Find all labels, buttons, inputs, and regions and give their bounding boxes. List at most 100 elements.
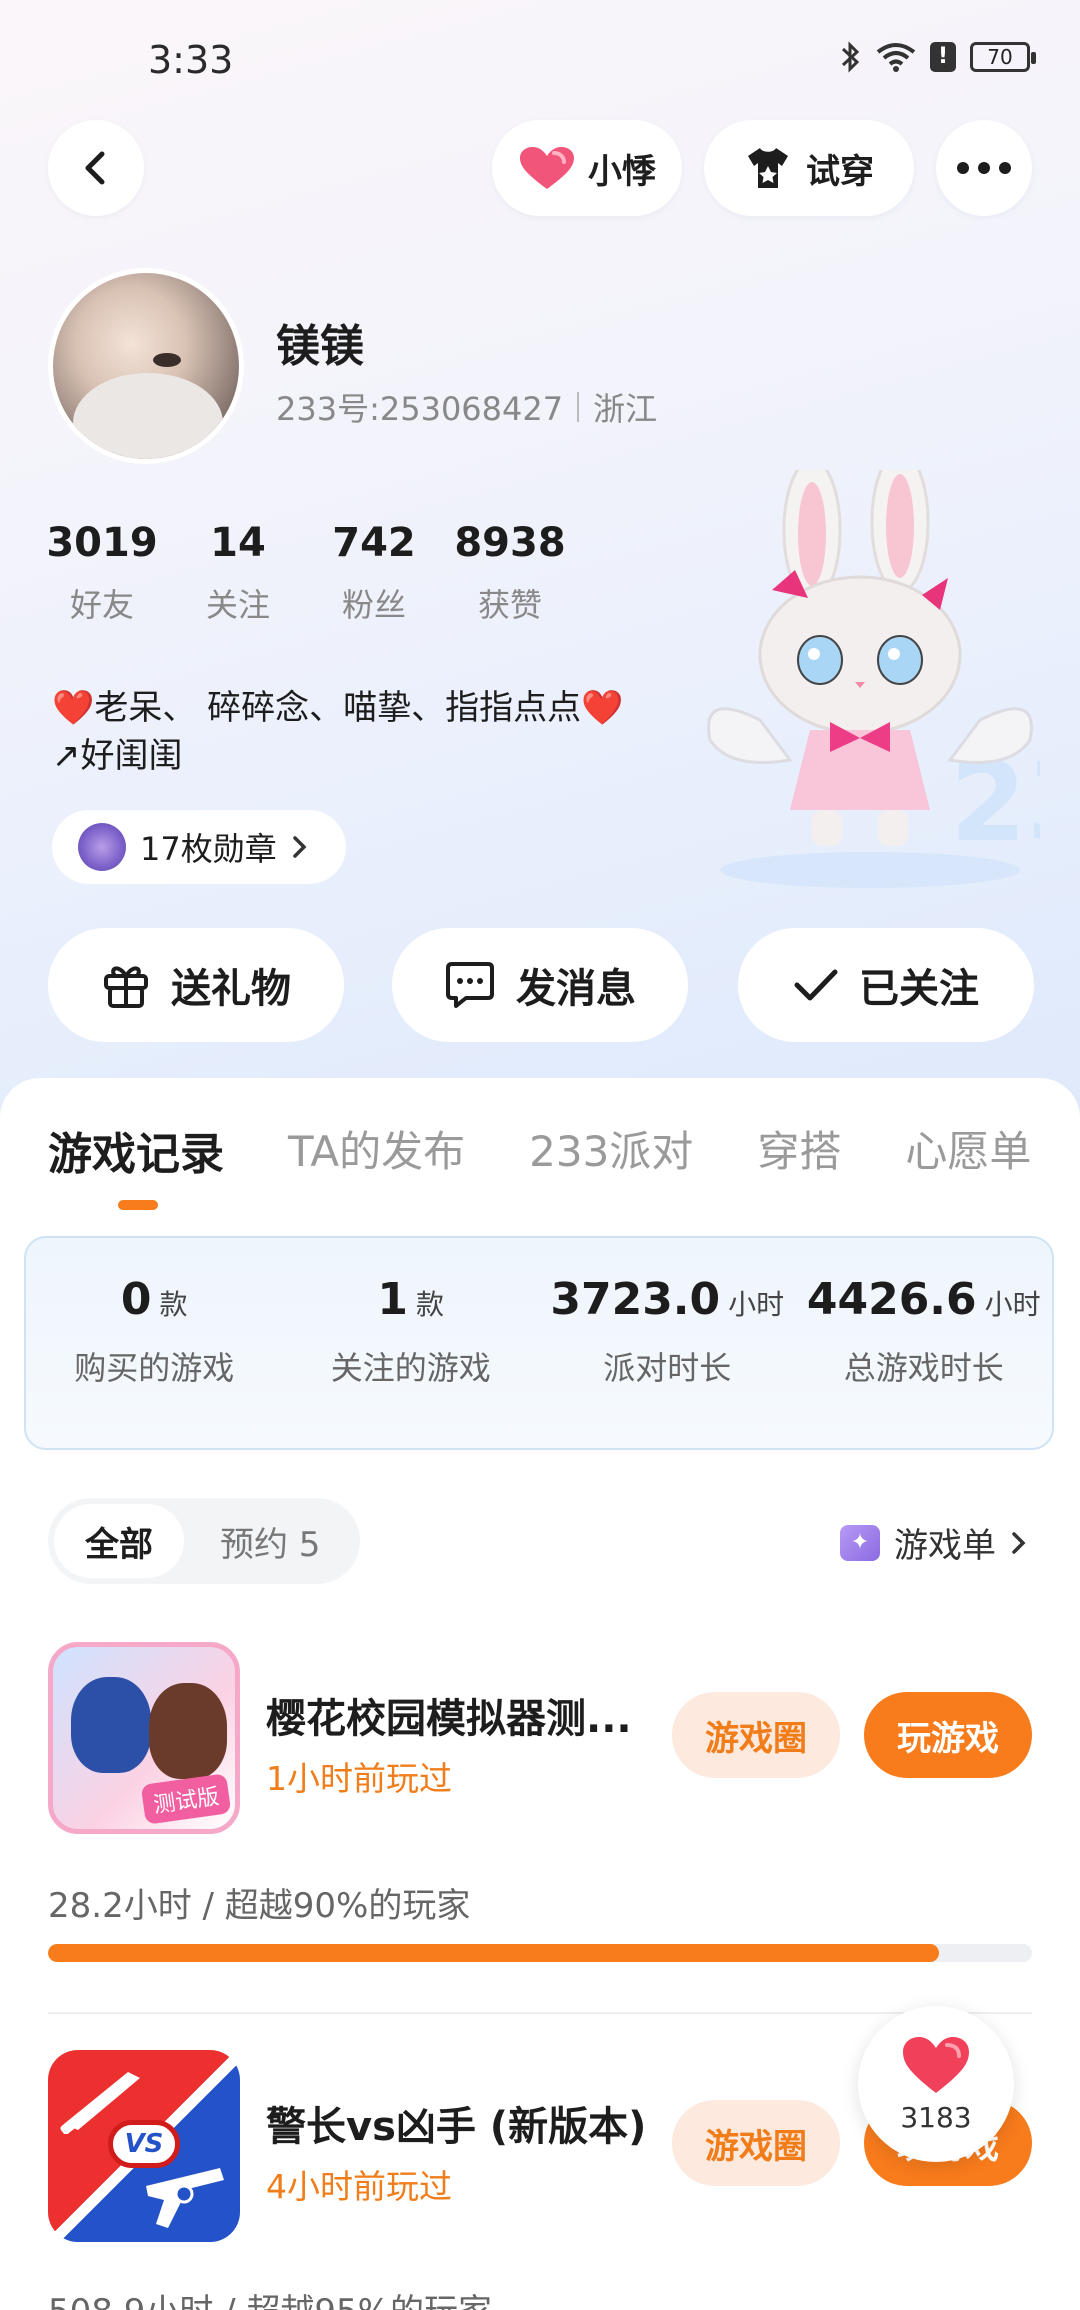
- stat-following[interactable]: 14 关注: [170, 520, 306, 626]
- send-message-label: 发消息: [516, 966, 636, 1012]
- more-dots-icon: [957, 162, 1011, 174]
- summary-followed: 1款 关注的游戏: [283, 1238, 540, 1448]
- status-icons: ! 70: [840, 40, 1036, 74]
- avatar-eye-shape: [153, 353, 181, 367]
- avatar[interactable]: [48, 268, 244, 464]
- game-circle-button[interactable]: 游戏圈: [672, 2100, 840, 2186]
- tshirt-icon: [748, 148, 788, 188]
- stat-label: 获赞: [477, 586, 542, 624]
- tab-bar: 游戏记录 TA的发布 233派对 穿搭 心愿单: [48, 1118, 1031, 1182]
- username: 镁镁: [276, 321, 364, 372]
- like-floating-button[interactable]: 3183: [858, 2006, 1014, 2162]
- stat-likes[interactable]: 8938 获赞: [442, 520, 578, 626]
- chevron-left-icon: [85, 151, 105, 185]
- stat-value: 14: [210, 520, 266, 566]
- sakura-game-icon[interactable]: 测试版: [48, 1642, 240, 1834]
- summary-party-time: 3723.0 小时 派对时长: [539, 1238, 796, 1448]
- battery-icon: 70: [970, 42, 1036, 72]
- gift-icon: [104, 966, 148, 1008]
- tab-233-party[interactable]: 233派对: [529, 1118, 693, 1182]
- back-button[interactable]: [48, 120, 144, 216]
- summary-unit: 小时: [728, 1288, 785, 1321]
- icon-character-shape: [71, 1677, 151, 1773]
- game-last-played: 1小时前玩过: [266, 1759, 452, 1798]
- tab-posts[interactable]: TA的发布: [288, 1118, 465, 1182]
- stat-label: 关注: [205, 586, 270, 624]
- summary-value: 0款: [26, 1274, 283, 1325]
- game-row[interactable]: 测试版 樱花校园模拟器测... 1小时前玩过 游戏圈 玩游戏: [48, 1642, 1032, 1838]
- sheriff-game-icon[interactable]: VS: [48, 2050, 240, 2242]
- game-last-played: 4小时前玩过: [266, 2167, 452, 2206]
- send-message-button[interactable]: 发消息: [392, 928, 688, 1042]
- stat-fans[interactable]: 742 粉丝: [306, 520, 442, 626]
- game-title: 警长vs凶手 (新版本): [266, 2104, 647, 2150]
- medal-icon: [78, 823, 126, 871]
- test-version-tag: 测试版: [140, 1773, 232, 1825]
- revolver-icon: [146, 2168, 224, 2228]
- user-id: 233号:253068427: [276, 390, 564, 428]
- followed-label: 已关注: [859, 966, 979, 1012]
- try-on-button[interactable]: 试穿: [704, 120, 914, 216]
- summary-label: 派对时长: [603, 1349, 732, 1387]
- separator: [577, 392, 580, 422]
- summary-total-time: 4426.6 小时 总游戏时长: [796, 1238, 1053, 1448]
- stat-label: 粉丝: [341, 586, 406, 624]
- summary-unit: 款: [159, 1288, 188, 1321]
- more-button[interactable]: [936, 120, 1032, 216]
- summary-unit: 小时: [984, 1288, 1041, 1321]
- medals-label: 17枚勋章: [140, 830, 277, 868]
- game-list-label: 游戏单: [894, 1526, 996, 1566]
- game-playtime-stat: 28.2小时 / 超越90%的玩家: [48, 1886, 471, 1926]
- wifi-icon: [876, 43, 916, 72]
- summary-value: 1款: [283, 1274, 540, 1325]
- chat-bubble-icon: [446, 962, 494, 1008]
- chevron-right-icon: [292, 836, 307, 858]
- divider: [48, 2012, 1032, 2014]
- game-summary-panel: 0款 购买的游戏 1款 关注的游戏 3723.0 小时 派对时长 4426.6 小时…: [24, 1236, 1054, 1450]
- heart-icon: [520, 147, 574, 189]
- summary-number: 0: [120, 1274, 152, 1325]
- sparkle-icon: ✦: [840, 1524, 880, 1561]
- game-list-link[interactable]: ✦ 游戏单: [840, 1518, 1028, 1567]
- user-region: 浙江: [593, 390, 658, 428]
- profile-bio: ❤️老呆、 碎碎念、喵挚、指指点点❤️ ↗好闺闺: [52, 688, 624, 776]
- status-time: 3:33: [148, 38, 234, 82]
- try-on-label: 试穿: [806, 151, 874, 192]
- filter-reserve-button[interactable]: 预约 5: [220, 1517, 320, 1566]
- summary-label: 总游戏时长: [843, 1349, 1004, 1387]
- status-bar: 3:33 ! 70: [0, 0, 1080, 120]
- heart-icon: [903, 2036, 969, 2093]
- active-tab-indicator: [118, 1200, 158, 1210]
- filter-all-button[interactable]: 全部: [54, 1504, 184, 1578]
- profile-stats: 3019 好友 14 关注 742 粉丝 8938 获赞: [34, 520, 578, 626]
- checkmark-icon: [794, 969, 838, 1001]
- send-gift-button[interactable]: 送礼物: [48, 928, 344, 1042]
- game-title: 樱花校园模拟器测...: [266, 1696, 632, 1742]
- stat-value: 742: [332, 520, 416, 566]
- tab-game-records[interactable]: 游戏记录: [48, 1118, 224, 1182]
- send-gift-label: 送礼物: [171, 966, 291, 1012]
- tab-outfits[interactable]: 穿搭: [757, 1118, 841, 1182]
- stat-friends[interactable]: 3019 好友: [34, 520, 170, 626]
- game-playtime-stat: 508.9小时 / 超越95%的玩家: [48, 2284, 492, 2310]
- stat-value: 8938: [454, 520, 566, 566]
- game-circle-button[interactable]: 游戏圈: [672, 1692, 840, 1778]
- chevron-right-icon: [1012, 1531, 1026, 1554]
- like-count: 3183: [900, 2100, 972, 2134]
- playtime-progress-bar: [48, 1944, 1032, 1962]
- summary-purchased: 0款 购买的游戏: [26, 1238, 283, 1448]
- progress-fill: [48, 1944, 939, 1962]
- avatar-sleeve-shape: [73, 373, 223, 459]
- summary-unit: 款: [416, 1288, 445, 1321]
- tab-wishlist[interactable]: 心愿单: [905, 1118, 1031, 1182]
- alert-icon: !: [930, 42, 956, 72]
- xiaotiao-button[interactable]: 小悸: [492, 120, 682, 216]
- summary-number: 3723.0: [550, 1274, 721, 1325]
- bunny-avatar-3d[interactable]: 23: [700, 470, 1040, 890]
- medals-button[interactable]: 17枚勋章: [52, 810, 346, 884]
- play-game-button[interactable]: 玩游戏: [864, 1692, 1032, 1778]
- stat-label: 好友: [69, 586, 134, 624]
- stat-value: 3019: [46, 520, 158, 566]
- summary-number: 1: [377, 1274, 409, 1325]
- followed-button[interactable]: 已关注: [738, 928, 1034, 1042]
